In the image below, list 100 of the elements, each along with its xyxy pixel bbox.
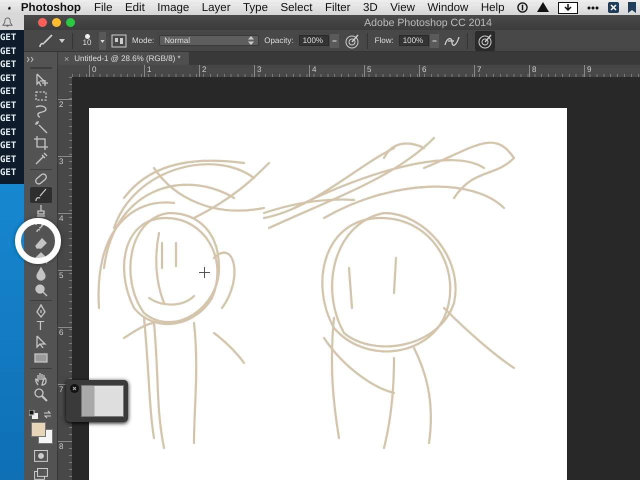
swap-arrows-icon[interactable] [43,410,52,420]
screen-mode-icon[interactable] [34,468,48,480]
ruler-label: 8 [59,442,64,451]
opacity-label: Opacity: [264,36,294,45]
airbrush-icon[interactable] [444,34,460,46]
collapse-chevron-icon[interactable] [27,57,35,62]
type-tool-button[interactable]: T [30,318,52,334]
ruler-label: 3 [59,157,64,166]
menu-item[interactable]: View [390,2,415,14]
brush-panel-icon[interactable] [111,34,127,48]
flow-label: Flow: [374,36,394,45]
terminal-line: GET [0,113,18,126]
ruler-label: 4 [312,65,316,74]
grid-icon[interactable] [608,2,619,13]
quick-mask-icon[interactable] [34,450,48,462]
ruler-label: 6 [422,65,426,74]
zoom-button[interactable] [66,18,75,27]
ruler-label: 9 [587,65,592,74]
terminal-line: GET [0,86,18,99]
terminal-line: GET [0,126,18,140]
pressure-target-icon[interactable] [344,32,360,48]
flow-field[interactable]: 100% [398,35,429,46]
bucket-icon [34,251,48,266]
terminal-line: GET [0,154,18,166]
arrow-icon [34,335,48,350]
bandage-icon [34,172,48,186]
tablet-pressure-button[interactable] [474,30,495,50]
ruler-label: 8 [532,65,536,74]
ruler-label: 1 [147,65,152,74]
ruler-label: 0 [92,65,96,74]
ellipsis-icon[interactable] [587,6,599,10]
crosshair-cursor-icon [199,267,210,278]
document-tab[interactable]: × Untitled-1 @ 28.6% (RGB/8) * [58,52,189,65]
menu-item[interactable]: Select [280,2,312,14]
highlight-ring [15,218,61,264]
caret-icon[interactable] [430,34,439,48]
caret-icon[interactable] [59,38,65,42]
ruler-label: 5 [59,271,64,280]
dodge-icon [34,282,48,297]
opacity-field[interactable]: 100% [298,35,329,46]
mode-label: Mode: [132,36,154,45]
ruler-label: 7 [59,385,64,394]
crop-icon [34,136,48,150]
menu-item[interactable]: 3D [363,2,378,14]
lasso-icon [34,104,48,118]
magic-wand-icon [34,120,48,134]
terminal-line: GET [0,72,18,86]
menu-item[interactable]: Filter [324,2,351,14]
info-circle-icon[interactable] [517,2,528,13]
menu-item[interactable]: File [94,2,112,14]
brush-tip-icon [84,34,90,39]
terminal-line: GET [0,32,18,45]
menu-item[interactable]: Window [427,2,468,14]
menu-item[interactable]: Layer [202,2,231,14]
close-button[interactable] [38,18,47,27]
window-title: Adobe Photoshop CC 2014 [364,16,492,28]
ruler-label: 2 [202,65,206,74]
mode-dropdown[interactable]: Normal [159,35,260,46]
brush-size-picker[interactable]: 10 [80,34,94,47]
ruler-label: 7 [477,65,482,74]
menu-item[interactable]: Help [480,2,504,14]
eraser-icon [34,236,48,250]
ruler-label: 6 [59,328,64,337]
bookmark-icon[interactable] [628,2,636,13]
minimize-button[interactable] [52,18,61,27]
menu-item[interactable]: Type [243,2,268,14]
default-colors-icon[interactable] [29,410,38,420]
brush-icon [34,188,48,202]
foreground-color-swatch[interactable] [30,422,46,438]
hand-icon [34,372,48,386]
eyedropper-icon [34,152,48,166]
ruler-label: 5 [367,65,372,74]
pen-icon [34,304,48,318]
marquee-icon [34,88,48,103]
terminal-line: GET [0,46,18,58]
ruler-label: 4 [59,214,64,223]
stepper-icon [248,36,254,45]
brush-tool-button[interactable] [30,187,52,204]
tab-close-button[interactable]: × [64,54,70,64]
move-icon [34,72,48,87]
menu-item[interactable]: Image [157,2,190,14]
document-title: Untitled-1 @ 28.6% (RGB/8) * [74,54,181,63]
color-preview [81,385,124,417]
terminal-line: GET [0,100,18,112]
ruler-label: 3 [257,65,262,74]
bell-icon[interactable] [2,17,13,28]
terminal-line: GET [0,167,18,180]
triangle-icon[interactable] [537,2,549,13]
app-menu[interactable]: Photoshop [20,2,81,14]
download-tray-icon[interactable] [558,2,578,14]
rectangle-icon [34,351,48,366]
caret-icon[interactable] [99,32,106,50]
close-icon[interactable] [70,384,79,393]
brush-icon[interactable] [38,34,54,48]
terminal-line: GET [0,140,18,153]
caret-icon[interactable] [330,34,339,48]
drop-icon [34,267,48,282]
ruler-label: 2 [59,100,64,109]
menu-item[interactable]: Edit [124,2,145,14]
terminal-line: GET [0,59,18,72]
